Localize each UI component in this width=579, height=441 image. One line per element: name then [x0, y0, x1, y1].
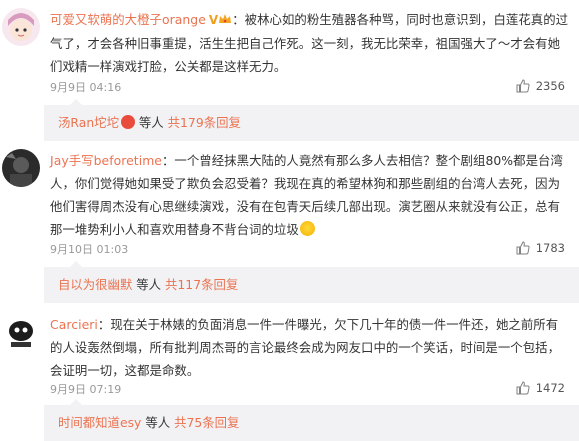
- reply-total-link[interactable]: 共117条回复: [165, 277, 238, 292]
- like-count: 2356: [535, 79, 565, 93]
- comment-username[interactable]: Carcieri: [50, 317, 98, 332]
- like-count: 1472: [535, 381, 565, 395]
- crown-icon: [219, 14, 232, 23]
- comment-meta: 9月9日 07:19 1472: [50, 381, 579, 397]
- reply-username[interactable]: 时间都知道esy: [58, 415, 141, 430]
- thumbs-up-icon: [516, 79, 530, 93]
- comment-text: Carcieri：现在关于林婊的负面消息一件一件曝光，欠下几十年的债一件一件还，…: [50, 313, 570, 382]
- emoji-icon: [120, 115, 135, 129]
- avatar[interactable]: [2, 149, 40, 187]
- comment-text: Jay手写beforetime：一个曾经抹黑大陆的人竟然有那么多人去相信？整个剧…: [50, 149, 570, 241]
- thumbs-up-icon: [516, 241, 530, 255]
- comment-text: 可爱又软萌的大橙子orange V ：被林心如的粉生殖器各种骂，同时也意识到，白莲花…: [50, 8, 570, 78]
- reply-others-label: 等人: [136, 277, 162, 292]
- comment-username[interactable]: Jay手写beforetime: [50, 153, 162, 168]
- comment-username[interactable]: 可爱又软萌的大橙子orange: [50, 12, 206, 27]
- reply-username[interactable]: 汤Ran坨坨: [58, 115, 119, 130]
- thumbs-up-icon: [516, 381, 530, 395]
- avatar[interactable]: [2, 313, 40, 351]
- reply-summary[interactable]: 汤Ran坨坨 等人 共179条回复: [44, 105, 579, 141]
- like-button[interactable]: 1783: [516, 241, 565, 255]
- comment-time: 9月9日 07:19: [50, 383, 122, 396]
- comment-body: ：现在关于林婊的负面消息一件一件曝光，欠下几十年的债一件一件还，她之前所有的人设…: [50, 317, 561, 378]
- reply-summary[interactable]: 时间都知道esy 等人 共75条回复: [44, 405, 579, 441]
- comment-meta: 9月9日 04:16 2356: [50, 79, 579, 95]
- comment-meta: 9月10日 01:03 1783: [50, 241, 579, 257]
- like-button[interactable]: 2356: [516, 79, 565, 93]
- reply-others-label: 等人: [145, 415, 171, 430]
- reply-total-link[interactable]: 共75条回复: [174, 415, 239, 430]
- reply-others-label: 等人: [138, 115, 164, 130]
- comment-time: 9月10日 01:03: [50, 243, 129, 256]
- reply-username[interactable]: 自以为很幽默: [58, 277, 132, 292]
- like-count: 1783: [535, 241, 565, 255]
- reply-total-link[interactable]: 共179条回复: [168, 115, 241, 130]
- vip-badge-icon: V: [208, 13, 219, 27]
- comment-time: 9月9日 04:16: [50, 81, 122, 94]
- angry-emoji-icon: [299, 221, 315, 236]
- avatar[interactable]: [2, 8, 40, 46]
- reply-summary[interactable]: 自以为很幽默 等人 共117条回复: [44, 267, 579, 303]
- like-button[interactable]: 1472: [516, 381, 565, 395]
